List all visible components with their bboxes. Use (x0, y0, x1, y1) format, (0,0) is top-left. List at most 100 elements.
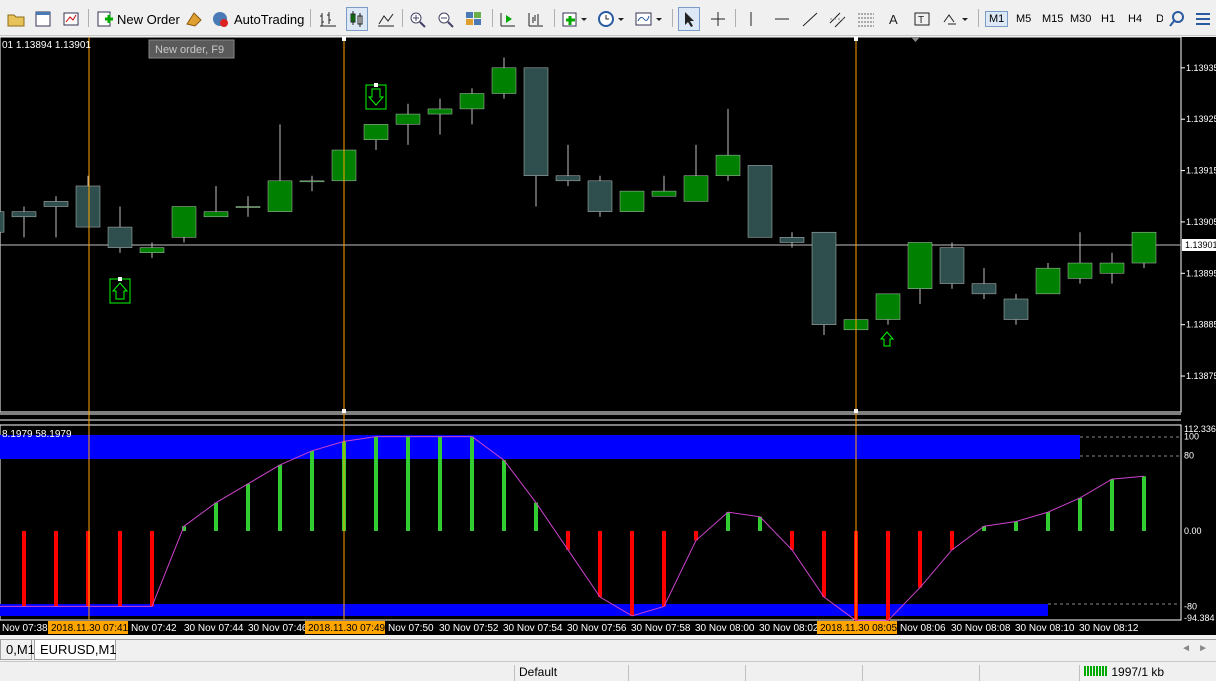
marker-handle[interactable] (854, 409, 858, 413)
toolbar-separator (978, 9, 979, 27)
time-axis: Nov 07:38 Nov 07:42 30 Nov 07:44 30 Nov 07:… (2, 621, 1139, 634)
cursor-icon[interactable] (678, 7, 700, 31)
trendline-icon[interactable] (800, 7, 820, 31)
toolbar-separator (672, 9, 673, 27)
histogram-bar (662, 530, 666, 607)
tile-windows-icon[interactable] (464, 7, 484, 31)
marker-handle[interactable] (854, 37, 858, 41)
candle-body (1035, 267, 1061, 295)
time-label: 30 Nov 08:12 (1079, 623, 1139, 634)
svg-text:A: A (889, 12, 898, 27)
chart-background (0, 37, 1216, 635)
line-chart-icon[interactable] (376, 7, 396, 31)
candle-body (971, 283, 997, 295)
oversold-zone (0, 604, 1048, 616)
timeframe-d1[interactable]: D (1153, 11, 1163, 27)
candle-body (43, 201, 69, 207)
tooltip-text: New order, F9 (155, 44, 224, 56)
timeframe-m30[interactable]: M30 (1067, 11, 1094, 27)
histogram-bar (1110, 479, 1114, 531)
open-folder-icon[interactable] (6, 7, 26, 31)
candle-body (683, 175, 709, 202)
indicators-icon[interactable] (561, 7, 589, 31)
chart-tabs-bar: 0,M1 EURUSD,M1 ◄ ► (0, 639, 1216, 660)
zoom-in-icon[interactable] (408, 7, 428, 31)
search-icon[interactable] (1168, 7, 1186, 31)
crosshair-icon[interactable] (708, 7, 728, 31)
status-bar: Default 1997/1 kb (0, 661, 1216, 681)
time-label: 30 Nov 07:52 (439, 623, 499, 634)
autotrading-label: AutoTrading (234, 11, 305, 27)
toolbar-separator (88, 9, 89, 27)
indicator-label: 0.00 (1184, 526, 1202, 536)
histogram-bar (1046, 512, 1050, 531)
chart-shift-icon[interactable] (526, 7, 546, 31)
histogram-bar (726, 512, 730, 531)
scroll-right-icon[interactable]: ► (1198, 643, 1208, 654)
candle-body (427, 108, 453, 115)
histogram-bar (886, 530, 890, 621)
new-order-icon (97, 11, 113, 27)
tab-eurusd-m1[interactable]: EURUSD,M1 (34, 640, 117, 660)
time-label: Nov 07:50 (388, 623, 434, 634)
histogram-bar (54, 530, 58, 607)
new-order-button[interactable]: New Order (96, 7, 180, 31)
histogram-bar (534, 502, 538, 531)
metaeditor-icon[interactable] (184, 7, 204, 31)
toolbar-separator (554, 9, 555, 27)
periods-icon[interactable] (596, 7, 626, 31)
time-label: Nov 07:42 (131, 623, 177, 634)
marker-handle[interactable] (342, 409, 346, 413)
toolbar-separator (310, 9, 311, 27)
histogram-bar (22, 530, 26, 607)
chart-window[interactable]: 01 1.13894 1.13901 8.1979 58.1979 New or… (0, 36, 1216, 635)
tab-chart-1[interactable]: 0,M1 (0, 640, 35, 660)
timeframe-h1[interactable]: H1 (1098, 11, 1118, 27)
candle-body (1003, 298, 1029, 320)
highlighted-time-label: 2018.11.30 07:49 (308, 623, 386, 634)
scroll-left-icon[interactable]: ◄ (1181, 643, 1191, 654)
bar-chart-icon[interactable] (318, 7, 338, 31)
arrows-icon[interactable] (940, 7, 972, 31)
text-icon[interactable]: A (884, 7, 904, 31)
candle-body (11, 211, 37, 218)
timeframe-m5[interactable]: M5 (1013, 11, 1034, 27)
fibonacci-icon[interactable] (856, 7, 876, 31)
candle-body (651, 190, 677, 197)
candle-body (1067, 262, 1093, 279)
chart-canvas[interactable]: 01 1.13894 1.13901 8.1979 58.1979 New or… (0, 36, 1216, 635)
traffic-text: 1997/1 kb (1111, 665, 1165, 679)
histogram-bar (630, 530, 634, 616)
highlighted-time-label: 2018.11.30 08:05 (820, 623, 898, 634)
text-label-icon[interactable]: T (912, 7, 932, 31)
timeframe-m15[interactable]: M15 (1039, 11, 1066, 27)
marker-handle[interactable] (342, 37, 346, 41)
timeframe-m1[interactable]: M1 (985, 11, 1009, 27)
main-toolbar: New Order AutoTrading A T M1 M5 M15 M30 … (0, 0, 1216, 36)
time-label: 30 Nov 07:44 (184, 623, 244, 634)
timeframe-h4[interactable]: H4 (1125, 11, 1145, 27)
candle-body (363, 124, 389, 140)
navigator-icon[interactable] (62, 7, 80, 31)
price-label: 1.13905 (1186, 217, 1216, 227)
candle-body (0, 211, 5, 233)
vertical-line-icon[interactable] (744, 7, 758, 31)
autoscroll-icon[interactable] (498, 7, 518, 31)
zoom-out-icon[interactable] (436, 7, 456, 31)
time-label: 30 Nov 07:58 (631, 623, 691, 634)
candle-body (587, 180, 613, 212)
time-label: 30 Nov 08:02 (759, 623, 819, 634)
candle-body (203, 211, 229, 218)
equidistant-channel-icon[interactable] (828, 7, 848, 31)
candle-body (491, 67, 517, 94)
market-watch-icon[interactable] (34, 7, 52, 31)
templates-icon[interactable] (634, 7, 664, 31)
horizontal-line-icon[interactable] (772, 7, 792, 31)
options-icon[interactable] (1194, 7, 1214, 31)
time-label: 30 Nov 08:08 (951, 623, 1011, 634)
histogram-bar (918, 530, 922, 588)
toolbar-separator (492, 9, 493, 27)
autotrading-button[interactable]: AutoTrading (211, 7, 304, 31)
current-price-label: 1.13901 (1185, 240, 1216, 250)
candlestick-chart-icon[interactable] (346, 7, 368, 31)
